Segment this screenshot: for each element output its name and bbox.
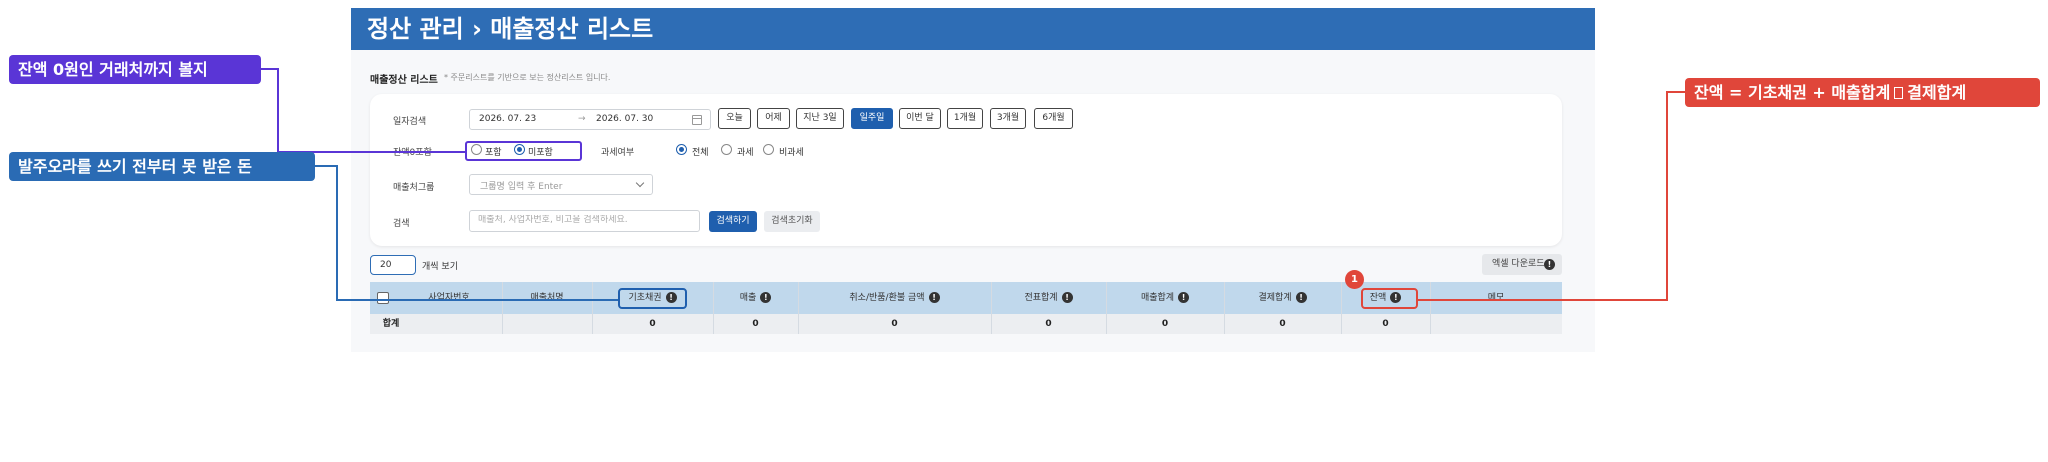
balance-formula-prefix: 잔액 = 기초채권 + 매출합계 <box>1694 83 1891 102</box>
callout-connectors <box>261 68 1685 301</box>
blue-connector-line <box>315 165 618 301</box>
red-connector-line <box>1418 91 1685 301</box>
purple-connector-line <box>261 68 465 153</box>
missing-glyph-icon <box>1894 87 1904 99</box>
zero-balance-callout: 잔액 0원인 거래처까지 볼지 <box>9 55 261 84</box>
balance-formula-suffix: 결제합계 <box>1907 83 1967 102</box>
opening-receivable-callout: 발주오라를 쓰기 전부터 못 받은 돈 <box>9 152 315 181</box>
balance-formula-callout: 잔액 = 기초채권 + 매출합계 결제합계 <box>1685 78 2040 107</box>
